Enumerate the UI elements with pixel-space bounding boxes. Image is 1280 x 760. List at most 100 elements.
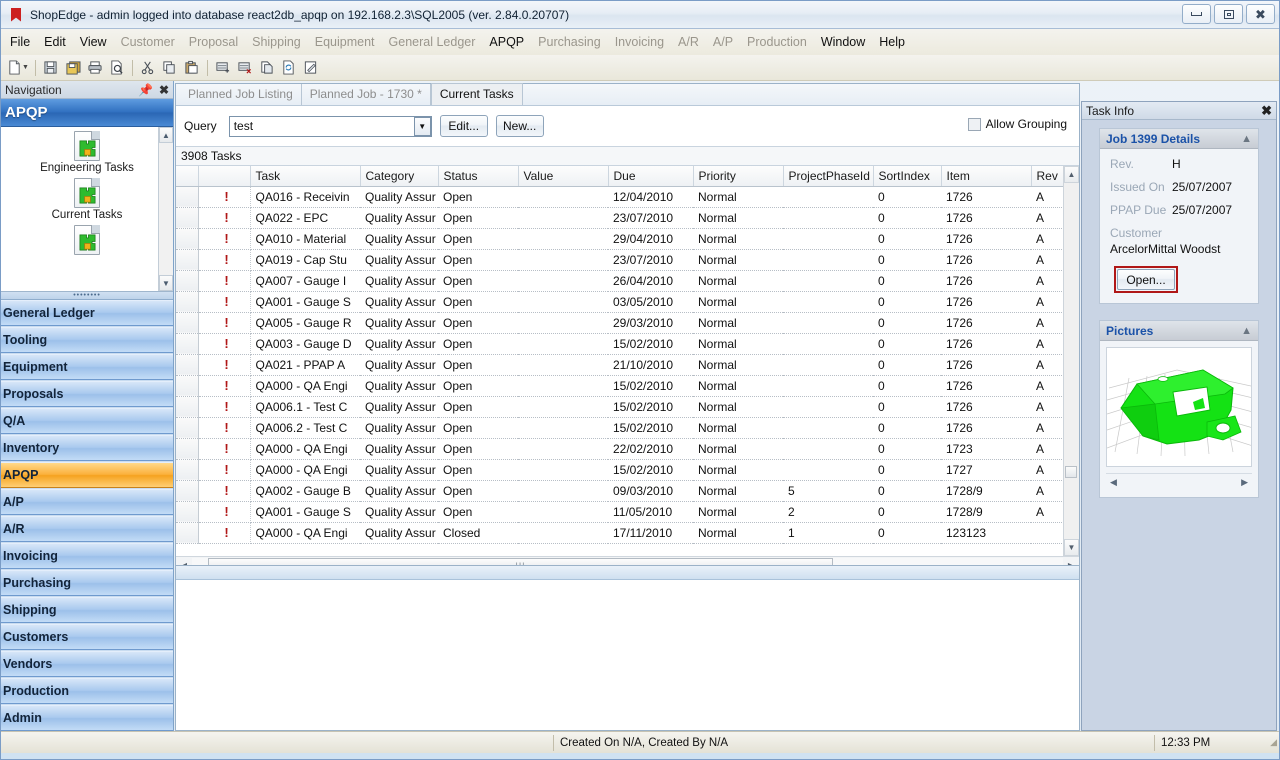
cell-status[interactable]: Open: [438, 438, 518, 460]
cell-sortindex[interactable]: 0: [873, 333, 941, 355]
cell-category[interactable]: Quality Assur: [360, 396, 438, 418]
cell-rev[interactable]: A: [1031, 291, 1066, 313]
cell-task[interactable]: QA002 - Gauge B: [250, 480, 360, 502]
menu-item-file[interactable]: File: [3, 32, 37, 52]
cell-status[interactable]: Open: [438, 333, 518, 355]
cell-category[interactable]: Quality Assur: [360, 207, 438, 229]
cell-due[interactable]: 29/04/2010: [608, 228, 693, 250]
menu-item-view[interactable]: View: [73, 32, 114, 52]
tab-planned-job-1730[interactable]: Planned Job - 1730 *: [302, 84, 431, 105]
cell-due[interactable]: 11/05/2010: [608, 501, 693, 523]
cell-status[interactable]: Open: [438, 375, 518, 397]
cell-status[interactable]: Open: [438, 480, 518, 502]
cell-item[interactable]: 1728/9: [941, 501, 1031, 523]
cell-category[interactable]: Quality Assur: [360, 459, 438, 481]
column-header-status[interactable]: Status: [438, 166, 519, 187]
cell-due[interactable]: 22/02/2010: [608, 438, 693, 460]
table-row[interactable]: ! QA021 - PPAP A Quality Assur Open 21/10/20…: [176, 354, 1066, 376]
cell-task[interactable]: QA006.2 - Test C: [250, 417, 360, 439]
cell-item[interactable]: 1726: [941, 312, 1031, 334]
cell-due[interactable]: 03/05/2010: [608, 291, 693, 313]
cell-category[interactable]: Quality Assur: [360, 501, 438, 523]
column-header-category[interactable]: Category: [360, 166, 439, 187]
cell-task[interactable]: QA000 - QA Engi: [250, 375, 360, 397]
cell-value[interactable]: [518, 375, 608, 397]
row-selector[interactable]: [176, 186, 199, 208]
cell-priority[interactable]: Normal: [693, 501, 783, 523]
sidebar-item-shipping[interactable]: Shipping: [1, 597, 173, 623]
row-selector[interactable]: [176, 459, 199, 481]
cell-phase[interactable]: [783, 375, 873, 397]
sidebar-item-production[interactable]: Production: [1, 678, 173, 704]
table-row[interactable]: ! QA002 - Gauge B Quality Assur Open 09/03/2…: [176, 480, 1066, 502]
cell-phase[interactable]: [783, 333, 873, 355]
cell-rev[interactable]: A: [1031, 438, 1066, 460]
cell-rev[interactable]: A: [1031, 417, 1066, 439]
cell-phase[interactable]: [783, 186, 873, 208]
cell-status[interactable]: Open: [438, 312, 518, 334]
table-row[interactable]: ! QA000 - QA Engi Quality Assur Open 22/02/2…: [176, 438, 1066, 460]
cell-sortindex[interactable]: 0: [873, 417, 941, 439]
cell-sortindex[interactable]: 0: [873, 228, 941, 250]
cell-value[interactable]: [518, 333, 608, 355]
cell-value[interactable]: [518, 207, 608, 229]
table-row[interactable]: ! QA000 - QA Engi Quality Assur Open 15/02/2…: [176, 459, 1066, 481]
table-row[interactable]: ! QA006.1 - Test C Quality Assur Open 15/02/…: [176, 396, 1066, 418]
close-icon[interactable]: ✖: [1261, 103, 1272, 119]
triangle-right-icon[interactable]: ▶: [1241, 477, 1248, 488]
cell-due[interactable]: 17/11/2010: [608, 522, 693, 544]
cell-due[interactable]: 15/02/2010: [608, 396, 693, 418]
cell-priority[interactable]: Normal: [693, 207, 783, 229]
row-selector[interactable]: [176, 228, 199, 250]
chevron-up-icon[interactable]: ▲: [1241, 133, 1252, 145]
cell-task[interactable]: QA000 - QA Engi: [250, 459, 360, 481]
cell-rev[interactable]: A: [1031, 354, 1066, 376]
cell-status[interactable]: Open: [438, 270, 518, 292]
cell-due[interactable]: 21/10/2010: [608, 354, 693, 376]
cell-item[interactable]: 123123: [941, 522, 1031, 544]
navigation-icon-scrollbar[interactable]: ▲ ▼: [158, 127, 173, 291]
cell-rev[interactable]: A: [1031, 501, 1066, 523]
cell-phase[interactable]: [783, 207, 873, 229]
copy-icon[interactable]: [159, 57, 181, 79]
cell-priority[interactable]: Normal: [693, 270, 783, 292]
row-selector[interactable]: [176, 249, 199, 271]
cell-value[interactable]: [518, 270, 608, 292]
table-row[interactable]: ! QA016 - Receivin Quality Assur Open 12/04/…: [176, 186, 1066, 208]
cell-value[interactable]: [518, 228, 608, 250]
cell-task[interactable]: QA006.1 - Test C: [250, 396, 360, 418]
cell-sortindex[interactable]: 0: [873, 186, 941, 208]
vertical-scroll-thumb[interactable]: [1065, 466, 1077, 478]
table-row[interactable]: ! QA000 - QA Engi Quality Assur Closed 17/11…: [176, 522, 1066, 544]
cell-category[interactable]: Quality Assur: [360, 354, 438, 376]
cell-due[interactable]: 09/03/2010: [608, 480, 693, 502]
tab-planned-job-listing[interactable]: Planned Job Listing: [180, 84, 302, 105]
cell-item[interactable]: 1726: [941, 354, 1031, 376]
cell-status[interactable]: Open: [438, 249, 518, 271]
cell-phase[interactable]: [783, 291, 873, 313]
sidebar-item-a-p[interactable]: A/P: [1, 489, 173, 515]
minimize-icon[interactable]: [1182, 4, 1211, 24]
print-icon[interactable]: [84, 57, 106, 79]
row-selector[interactable]: [176, 501, 199, 523]
column-header-value[interactable]: Value: [518, 166, 609, 187]
delete-record-icon[interactable]: [234, 57, 256, 79]
menu-item-equipment[interactable]: Equipment: [308, 32, 382, 52]
triangle-up-icon[interactable]: ▲: [1064, 166, 1079, 183]
chevron-down-icon[interactable]: ▼: [413, 116, 431, 136]
table-row[interactable]: ! QA010 - Material Quality Assur Open 29/04/…: [176, 228, 1066, 250]
row-selector[interactable]: [176, 270, 199, 292]
cell-due[interactable]: 15/02/2010: [608, 375, 693, 397]
close-icon[interactable]: ✖: [1246, 4, 1275, 24]
cell-sortindex[interactable]: 0: [873, 522, 941, 544]
cell-phase[interactable]: [783, 417, 873, 439]
sidebar-item-inventory[interactable]: Inventory: [1, 435, 173, 461]
sidebar-item-a-r[interactable]: A/R: [1, 516, 173, 542]
cell-category[interactable]: Quality Assur: [360, 438, 438, 460]
cell-rev[interactable]: [1031, 522, 1066, 544]
cell-priority[interactable]: Normal: [693, 438, 783, 460]
menu-item-a-r[interactable]: A/R: [671, 32, 706, 52]
sidebar-item-general-ledger[interactable]: General Ledger: [1, 300, 173, 326]
cell-category[interactable]: Quality Assur: [360, 480, 438, 502]
cell-phase[interactable]: [783, 354, 873, 376]
